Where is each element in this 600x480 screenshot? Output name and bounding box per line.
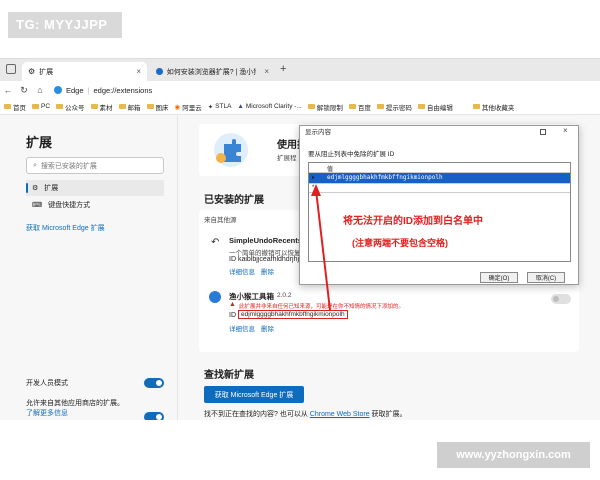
annotation-arrow bbox=[311, 184, 331, 311]
annotation-instruction: 将无法开启的ID添加到白名单中 bbox=[343, 216, 483, 227]
annotation-note: (注意两端不要包含空格) bbox=[352, 238, 448, 248]
watermark-bottom: www.yyzhongxin.com bbox=[437, 442, 590, 468]
